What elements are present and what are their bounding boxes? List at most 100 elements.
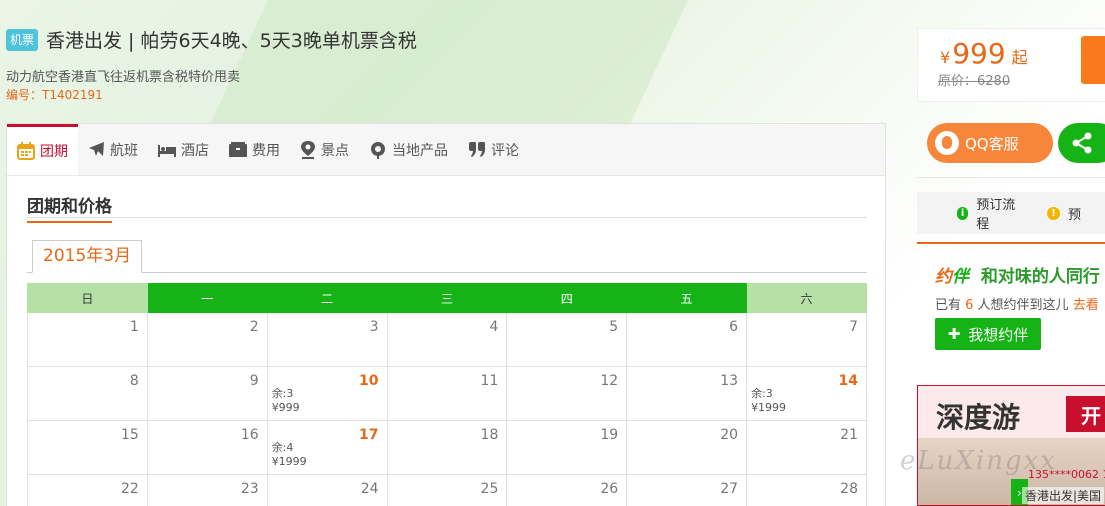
- day-number: 15: [121, 427, 139, 443]
- weekday-header: 一: [146, 283, 268, 313]
- promo-brand: 深度游: [936, 401, 1021, 434]
- day-number: 3: [369, 319, 379, 335]
- calendar-day: 4: [386, 312, 508, 367]
- weekday-header: 日: [27, 283, 148, 313]
- calendar-day[interactable]: 17 余:4 ¥1999: [266, 420, 388, 475]
- day-number: 20: [720, 427, 739, 443]
- find-companion-button[interactable]: ✚ 我想约伴: [935, 318, 1041, 350]
- day-number: 14: [838, 373, 858, 389]
- calendar-day: 6: [626, 312, 748, 367]
- day-number: 16: [240, 427, 259, 443]
- calendar-day: 27: [626, 474, 748, 506]
- section-divider: [27, 217, 867, 218]
- calendar-day: 15: [27, 420, 148, 475]
- booking-notice-link[interactable]: ! 预: [1046, 204, 1081, 223]
- main-panel: 团期 航班 酒店 费用 景点 当地产品 评论 团期和价格 2015年3月 日 一…: [6, 123, 886, 506]
- day-number: 10: [359, 373, 379, 389]
- bed-icon: [158, 144, 176, 157]
- seats-left: 余:4: [271, 441, 294, 454]
- tab-attractions[interactable]: 景点: [290, 124, 359, 175]
- booking-process-link[interactable]: i 预订流程: [957, 194, 1021, 232]
- price-amount: 999: [952, 37, 1006, 70]
- price-suffix: 起: [1011, 48, 1028, 67]
- tab-label: 航班: [110, 142, 138, 159]
- find-companion-label: 我想约伴: [968, 325, 1029, 344]
- companion-logo-part: 伴: [952, 267, 969, 287]
- calendar-week-row: 8 9 10 余:3 ¥999 11 12 13 14 余:3 ¥1999: [27, 366, 867, 421]
- day-price: ¥999: [271, 401, 300, 414]
- day-number: 9: [249, 373, 259, 389]
- day-number: 2: [249, 319, 259, 335]
- share-icon: [1072, 132, 1092, 154]
- companion-slogan: 和对味的人同行: [980, 267, 1100, 287]
- calendar-day: 3: [266, 312, 388, 367]
- tab-flight[interactable]: 航班: [78, 124, 148, 175]
- seats-left: 余:3: [751, 387, 773, 400]
- calendar-day: 12: [506, 366, 628, 421]
- tab-fees[interactable]: 费用: [219, 124, 290, 175]
- calendar-icon: [17, 142, 35, 160]
- sidebar-divider: [917, 177, 1105, 178]
- companion-view-link[interactable]: 去看: [1073, 298, 1099, 313]
- day-number: 17: [359, 427, 379, 443]
- day-number: 24: [360, 481, 379, 497]
- watermark: eLuXingxx: [900, 446, 1057, 476]
- companion-logo-part: 约: [935, 267, 952, 287]
- section-title: 团期和价格: [27, 192, 112, 223]
- promo-text: 香港出发|美国: [1022, 487, 1105, 504]
- day-number: 28: [840, 481, 858, 497]
- wallet-icon: [229, 142, 247, 157]
- day-number: 4: [489, 319, 499, 335]
- share-button[interactable]: [1058, 123, 1105, 163]
- product-type-tag: 机票: [6, 28, 39, 51]
- day-number: 23: [240, 481, 259, 497]
- tab-label: 酒店: [181, 142, 209, 159]
- weekday-header: 六: [746, 283, 867, 313]
- local-product-icon: [371, 141, 385, 159]
- companion-count-suffix: 人想约伴到这儿: [973, 298, 1073, 313]
- day-availability: 余:4 ¥1999: [272, 441, 307, 469]
- calendar-day[interactable]: 14 余:3 ¥1999: [746, 366, 867, 421]
- calendar-day: 26: [506, 474, 628, 506]
- travel-companion-box: 约伴 和对味的人同行 已有 6 人想约伴到这儿 去看 ✚ 我想约伴: [917, 242, 1105, 367]
- detail-tabs: 团期 航班 酒店 费用 景点 当地产品 评论: [7, 124, 885, 176]
- product-title: 香港出发 | 帕劳6天4晚、5天3晚单机票含税: [46, 30, 417, 52]
- month-divider: [27, 272, 867, 273]
- day-number: 1: [129, 319, 139, 335]
- info-icon: i: [957, 206, 969, 220]
- calendar: 日 一 二 三 四 五 六 1 2 3 4 5 6 7 8 9 10 余:3 ¥999 11 12 13 14…: [27, 283, 867, 506]
- original-price: 原价：6280: [938, 74, 1011, 89]
- calendar-day: 8: [27, 366, 148, 421]
- qq-service-label: QQ客服: [965, 134, 1019, 153]
- day-number: 25: [480, 481, 499, 497]
- calendar-day[interactable]: 10 余:3 ¥999: [266, 366, 388, 421]
- calendar-day: 20: [626, 420, 748, 475]
- month-tab[interactable]: 2015年3月: [32, 240, 143, 273]
- companion-logo: 约伴: [935, 267, 969, 287]
- weekday-header: 五: [626, 283, 748, 313]
- calendar-day: 7: [746, 312, 867, 367]
- tab-comments[interactable]: 评论: [458, 124, 529, 175]
- day-number: 19: [600, 427, 619, 443]
- calendar-week-row: 15 16 17 余:4 ¥1999 18 19 20 21: [27, 420, 867, 475]
- calendar-day: 21: [746, 420, 867, 475]
- day-price: ¥1999: [271, 455, 307, 468]
- day-number: 6: [729, 319, 739, 335]
- calendar-day: 25: [386, 474, 508, 506]
- calendar-day: 16: [146, 420, 268, 475]
- comment-icon: [469, 141, 485, 157]
- qq-service-button[interactable]: QQ客服: [927, 123, 1053, 163]
- tab-schedule[interactable]: 团期: [7, 124, 78, 175]
- plus-icon: ✚: [947, 325, 961, 343]
- day-number: 7: [849, 319, 858, 335]
- calendar-day: 23: [146, 474, 268, 506]
- tab-local-products[interactable]: 当地产品: [359, 124, 458, 175]
- tab-hotel[interactable]: 酒店: [148, 124, 219, 175]
- companion-title: 约伴 和对味的人同行: [935, 262, 1100, 287]
- price-box: ¥ 999 起 原价：6280: [917, 28, 1105, 102]
- day-number: 13: [720, 373, 739, 389]
- companion-count-prefix: 已有: [935, 298, 966, 313]
- product-header: 机票 香港出发 | 帕劳6天4晚、5天3晚单机票含税 动力航空香港直飞往返机票含…: [0, 0, 900, 115]
- book-button[interactable]: [1081, 36, 1105, 84]
- calendar-weekday-row: 日 一 二 三 四 五 六: [27, 283, 867, 313]
